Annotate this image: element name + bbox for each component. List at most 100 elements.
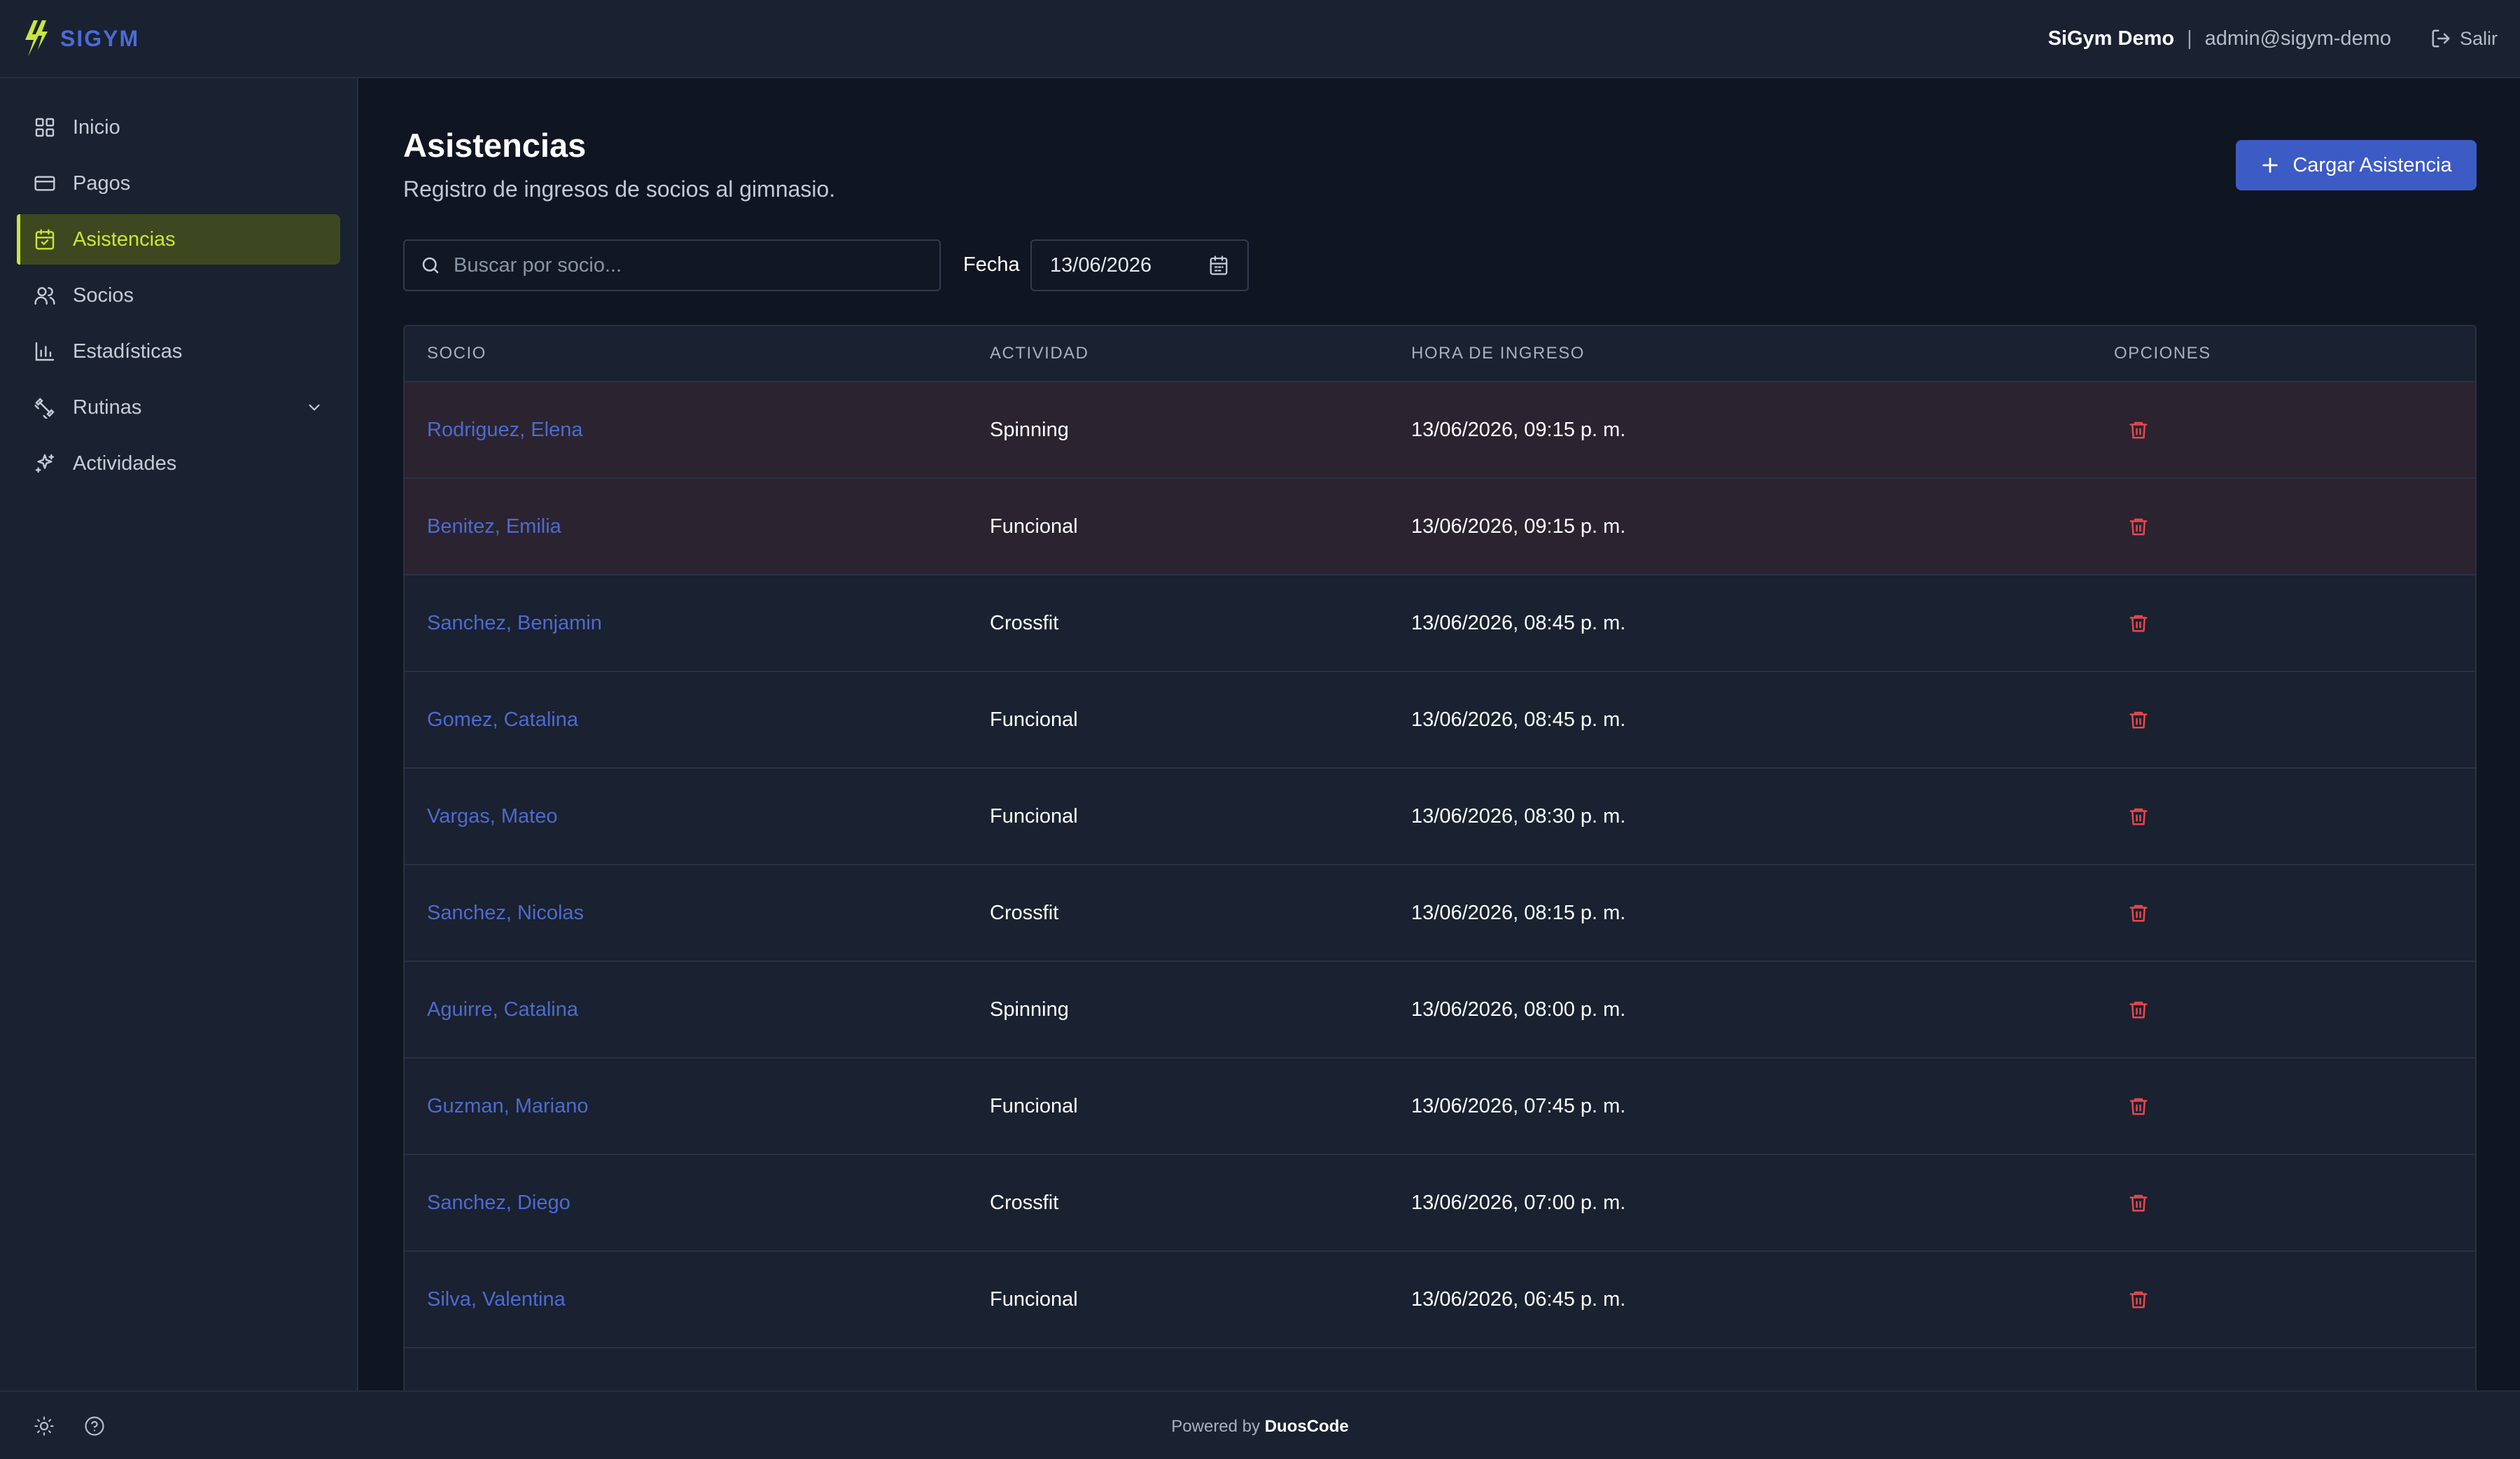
sidebar-item-label: Inicio bbox=[73, 116, 120, 139]
page-subtitle: Registro de ingresos de socios al gimnas… bbox=[403, 176, 836, 202]
socio-cell: Sanchez, Diego bbox=[405, 1192, 990, 1215]
cargar-asistencia-button[interactable]: Cargar Asistencia bbox=[2236, 140, 2477, 190]
sidebar-item-label: Actividades bbox=[73, 452, 177, 475]
sidebar-item-inicio[interactable]: Inicio bbox=[17, 102, 340, 153]
search-field[interactable] bbox=[403, 239, 941, 291]
hora-cell: 13/06/2026, 06:45 p. m. bbox=[1411, 1287, 1626, 1311]
socio-link[interactable]: Benitez, Emilia bbox=[427, 515, 561, 538]
page-title: Asistencias bbox=[403, 127, 587, 164]
dumbbell-icon bbox=[34, 398, 55, 419]
socio-link[interactable]: Sanchez, Diego bbox=[427, 1192, 570, 1214]
socio-cell: Vargas, Mateo bbox=[405, 805, 990, 828]
delete-icon[interactable] bbox=[2128, 1289, 2149, 1310]
socio-cell: Guzman, Mariano bbox=[405, 1095, 990, 1118]
hora-cell: 13/06/2026, 08:45 p. m. bbox=[1411, 708, 1626, 731]
attendance-table: SOCIO ACTIVIDAD HORA DE INGRESO OPCIONES… bbox=[403, 325, 2477, 1392]
opciones-cell bbox=[2114, 806, 2475, 827]
sidebar-item-rutinas[interactable]: Rutinas bbox=[17, 382, 340, 433]
hora-cell: 13/06/2026, 07:00 p. m. bbox=[1411, 1191, 1626, 1214]
socio-link[interactable]: Sanchez, Nicolas bbox=[427, 902, 584, 924]
org-name: SiGym Demo bbox=[2047, 27, 2175, 50]
sidebar-item-label: Pagos bbox=[73, 172, 131, 195]
sidebar-item-estadisticas[interactable]: Estadísticas bbox=[17, 326, 340, 377]
search-icon bbox=[422, 257, 439, 274]
table-row: Aguirre, Catalina Spinning 13/06/2026, 08:… bbox=[405, 962, 2475, 1059]
table-row: Vargas, Mateo Funcional 13/06/2026, 08:30 … bbox=[405, 769, 2475, 865]
opciones-cell bbox=[2114, 1192, 2475, 1213]
header-separator: | bbox=[2187, 27, 2192, 50]
delete-icon[interactable] bbox=[2128, 806, 2149, 827]
actividad-cell: Funcional bbox=[990, 708, 1078, 731]
socio-link[interactable]: Vargas, Mateo bbox=[427, 805, 557, 828]
delete-icon[interactable] bbox=[2128, 999, 2149, 1020]
logout-label: Salir bbox=[2459, 27, 2498, 49]
chevron-down-icon[interactable] bbox=[305, 398, 323, 417]
sidebar-item-asistencias[interactable]: Asistencias bbox=[17, 214, 340, 265]
socio-cell: Rodriguez, Elena bbox=[405, 419, 990, 442]
sidebar-item-label: Asistencias bbox=[73, 228, 176, 251]
delete-icon[interactable] bbox=[2128, 613, 2149, 634]
column-header-opciones: OPCIONES bbox=[2114, 344, 2211, 363]
column-header-socio: SOCIO bbox=[427, 344, 486, 363]
socio-link[interactable]: Aguirre, Catalina bbox=[427, 998, 578, 1021]
cargar-asistencia-label: Cargar Asistencia bbox=[2292, 153, 2452, 176]
bolt-icon bbox=[22, 19, 53, 58]
opciones-cell bbox=[2114, 516, 2475, 537]
opciones-cell bbox=[2114, 999, 2475, 1020]
grid-icon bbox=[35, 118, 55, 137]
opciones-cell bbox=[2114, 419, 2475, 440]
user-email: admin@sigym-demo bbox=[2204, 27, 2391, 50]
socio-cell: Silva, Valentina bbox=[405, 1288, 990, 1311]
delete-icon[interactable] bbox=[2128, 516, 2149, 537]
table-row: Gomez, Catalina Funcional 13/06/2026, 08:4… bbox=[405, 672, 2475, 769]
table-row: Sanchez, Nicolas Crossfit 13/06/2026, 08:1… bbox=[405, 865, 2475, 962]
hora-cell: 13/06/2026, 08:30 p. m. bbox=[1411, 804, 1626, 828]
calendar-icon[interactable] bbox=[1208, 255, 1229, 276]
socio-link[interactable]: Rodriguez, Elena bbox=[427, 419, 582, 441]
sidebar-item-label: Rutinas bbox=[73, 396, 142, 419]
sidebar-item-label: Estadísticas bbox=[73, 340, 183, 363]
top-bar: SIGYM SiGym Demo | admin@sigym-demo Sali… bbox=[0, 0, 2520, 78]
logout-button[interactable]: Salir bbox=[2430, 28, 2498, 50]
date-label: Fecha bbox=[963, 253, 1020, 276]
table-row: Sanchez, Benjamin Crossfit 13/06/2026, 08:… bbox=[405, 575, 2475, 672]
socio-link[interactable]: Gomez, Catalina bbox=[427, 708, 578, 731]
search-input[interactable] bbox=[454, 253, 902, 277]
delete-icon[interactable] bbox=[2128, 419, 2149, 440]
opciones-cell bbox=[2114, 902, 2475, 923]
opciones-cell bbox=[2114, 613, 2475, 634]
hora-cell: 13/06/2026, 08:00 p. m. bbox=[1411, 998, 1626, 1021]
user-area: SiGym Demo | admin@sigym-demo Salir bbox=[2048, 27, 2498, 50]
credit-card-icon bbox=[34, 176, 55, 191]
delete-icon[interactable] bbox=[2128, 709, 2149, 730]
sidebar: Inicio Pagos Asistencias Socios Estadíst… bbox=[0, 78, 358, 1392]
socio-link[interactable]: Guzman, Mariano bbox=[427, 1095, 589, 1117]
actividad-cell: Funcional bbox=[990, 804, 1078, 828]
sidebar-item-socios[interactable]: Socios bbox=[17, 270, 340, 321]
socio-link[interactable]: Silva, Valentina bbox=[427, 1288, 566, 1311]
sidebar-item-pagos[interactable]: Pagos bbox=[17, 158, 340, 209]
table-row: Benitez, Emilia Funcional 13/06/2026, 09:1… bbox=[405, 479, 2475, 575]
hora-cell: 13/06/2026, 09:15 p. m. bbox=[1411, 418, 1626, 441]
actividad-cell: Spinning bbox=[990, 418, 1069, 441]
calendar-check-icon bbox=[35, 229, 55, 250]
delete-icon[interactable] bbox=[2128, 1192, 2149, 1213]
socio-link[interactable]: Sanchez, Benjamin bbox=[427, 612, 602, 634]
sparkle-icon bbox=[35, 454, 55, 473]
bar-chart-icon bbox=[35, 342, 55, 361]
table-row: Guzman, Mariano Funcional 13/06/2026, 07:4… bbox=[405, 1059, 2475, 1155]
actividad-cell: Funcional bbox=[990, 1094, 1078, 1117]
socio-cell: Gomez, Catalina bbox=[405, 708, 990, 732]
delete-icon[interactable] bbox=[2128, 902, 2149, 923]
actividad-cell: Crossfit bbox=[990, 1191, 1059, 1214]
table-body: Rodriguez, Elena Spinning 13/06/2026, 09:1… bbox=[405, 382, 2475, 1348]
powered-brand: DuosCode bbox=[1264, 1417, 1349, 1436]
socio-cell: Benitez, Emilia bbox=[405, 515, 990, 538]
socio-cell: Sanchez, Benjamin bbox=[405, 612, 990, 635]
date-picker[interactable]: 13/06/2026 bbox=[1030, 239, 1249, 291]
sidebar-item-actividades[interactable]: Actividades bbox=[17, 438, 340, 489]
date-value: 13/06/2026 bbox=[1050, 253, 1152, 277]
brand-logo[interactable]: SIGYM bbox=[22, 19, 139, 58]
hora-cell: 13/06/2026, 08:45 p. m. bbox=[1411, 611, 1626, 634]
delete-icon[interactable] bbox=[2128, 1096, 2149, 1117]
